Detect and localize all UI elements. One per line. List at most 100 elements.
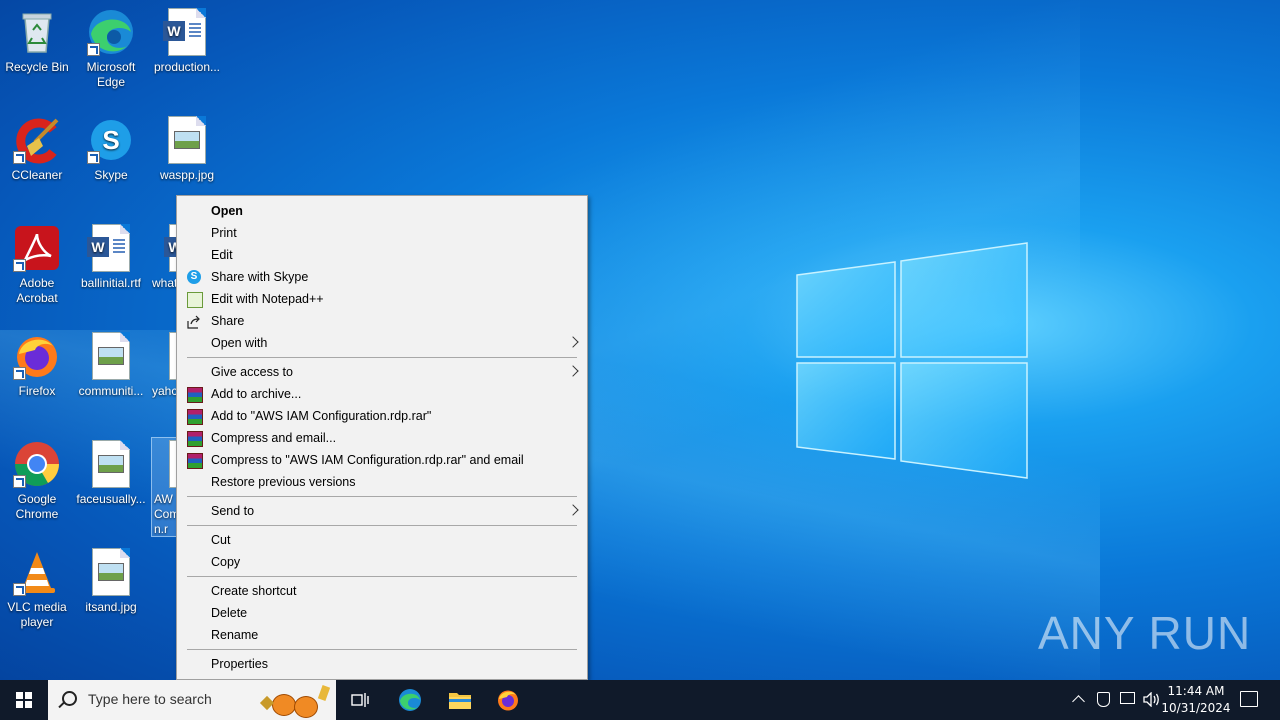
menu-item-open-with[interactable]: Open with xyxy=(177,332,587,354)
menu-item-label: Delete xyxy=(211,606,248,620)
notepadpp-icon xyxy=(187,292,203,308)
desktop-icon-waspp-jpg[interactable]: waspp.jpg xyxy=(150,116,224,183)
menu-item-label: Print xyxy=(211,226,237,240)
taskbar-file-explorer-button[interactable] xyxy=(435,680,483,720)
taskbar-search-box[interactable]: Type here to search xyxy=(48,680,336,720)
menu-item-properties[interactable]: Properties xyxy=(177,653,587,675)
menu-item-rename[interactable]: Rename xyxy=(177,624,587,646)
desktop-icon-ballinitial-rtf[interactable]: W ballinitial.rtf xyxy=(74,224,148,291)
winrar-icon xyxy=(187,453,203,469)
ccleaner-icon xyxy=(13,116,61,164)
menu-item-open[interactable]: Open xyxy=(177,200,587,222)
icon-label: itsand.jpg xyxy=(85,600,137,614)
icon-label: ballinitial.rtf xyxy=(80,276,142,290)
desktop-icon-vlc[interactable]: VLC media player xyxy=(0,548,74,630)
menu-separator xyxy=(187,525,577,526)
icon-label: Adobe Acrobat xyxy=(16,276,58,305)
menu-item-label: Create shortcut xyxy=(211,584,297,598)
show-hidden-icons-button[interactable] xyxy=(1070,680,1088,720)
tray-network-button[interactable] xyxy=(1118,680,1136,720)
winrar-icon xyxy=(187,387,203,403)
menu-item-label: Compress and email... xyxy=(211,431,337,445)
desktop-icon-skype[interactable]: S Skype xyxy=(74,116,148,183)
halloween-pumpkins-icon xyxy=(259,684,332,718)
task-view-icon xyxy=(351,693,369,707)
speaker-icon xyxy=(1143,692,1159,707)
desktop-icon-google-chrome[interactable]: Google Chrome xyxy=(0,440,74,522)
shortcut-arrow-icon xyxy=(13,367,26,380)
menu-item-label: Restore previous versions xyxy=(211,475,356,489)
menu-item-label: Edit xyxy=(211,248,233,262)
taskbar-firefox-button[interactable] xyxy=(484,680,532,720)
icon-label: VLC media player xyxy=(7,600,67,629)
desktop-icon-adobe-acrobat[interactable]: Adobe Acrobat xyxy=(0,224,74,306)
menu-item-add-to-archive[interactable]: Add to archive... xyxy=(177,383,587,405)
menu-item-label: Open with xyxy=(211,336,268,350)
menu-item-copy[interactable]: Copy xyxy=(177,551,587,573)
menu-item-label: Give access to xyxy=(211,365,293,379)
taskbar-edge-button[interactable] xyxy=(386,680,434,720)
chevron-right-icon xyxy=(567,365,579,377)
menu-item-share-with-skype[interactable]: S Share with Skype xyxy=(177,266,587,288)
menu-item-share[interactable]: Share xyxy=(177,310,587,332)
menu-item-delete[interactable]: Delete xyxy=(177,602,587,624)
context-menu: Open Print Edit S Share with Skype Edit … xyxy=(176,195,588,680)
edge-icon xyxy=(87,8,135,56)
tray-volume-button[interactable] xyxy=(1142,680,1160,720)
anyrun-watermark: ANY RUN xyxy=(1038,607,1252,659)
menu-separator xyxy=(187,649,577,650)
menu-separator xyxy=(187,576,577,577)
menu-item-label: Compress to "AWS IAM Configuration.rdp.r… xyxy=(211,453,524,467)
icon-label: Firefox xyxy=(18,384,56,398)
menu-item-label: Add to "AWS IAM Configuration.rdp.rar" xyxy=(211,409,432,423)
menu-item-label: Cut xyxy=(211,533,231,547)
chrome-icon xyxy=(13,440,61,488)
desktop-icon-microsoft-edge[interactable]: Microsoft Edge xyxy=(74,8,148,90)
menu-item-restore-previous-versions[interactable]: Restore previous versions xyxy=(177,471,587,493)
menu-item-give-access-to[interactable]: Give access to xyxy=(177,361,587,383)
share-icon xyxy=(187,314,201,329)
menu-item-print[interactable]: Print xyxy=(177,222,587,244)
desktop-icon-firefox[interactable]: Firefox xyxy=(0,332,74,399)
menu-item-label: Properties xyxy=(211,657,268,671)
desktop-icon-faceusually[interactable]: faceusually... xyxy=(74,440,148,507)
acrobat-icon xyxy=(13,224,61,272)
image-file-icon xyxy=(87,332,135,380)
icon-label: CCleaner xyxy=(11,168,63,182)
icon-label: production... xyxy=(153,60,221,74)
icon-label: faceusually... xyxy=(76,492,146,506)
desktop-icon-itsand-jpg[interactable]: itsand.jpg xyxy=(74,548,148,615)
taskbar: Type here to search 11:44 AM 10/31/2024 xyxy=(0,680,1280,720)
desktop-icon-ccleaner[interactable]: CCleaner xyxy=(0,116,74,183)
menu-item-label: Edit with Notepad++ xyxy=(211,292,324,306)
desktop-icon-communiti[interactable]: communiti... xyxy=(74,332,148,399)
menu-item-create-shortcut[interactable]: Create shortcut xyxy=(177,580,587,602)
search-icon xyxy=(62,691,77,706)
desktop-icon-recycle-bin[interactable]: Recycle Bin xyxy=(0,8,74,75)
taskbar-clock[interactable]: 11:44 AM 10/31/2024 xyxy=(1160,683,1232,717)
menu-item-cut[interactable]: Cut xyxy=(177,529,587,551)
skype-icon: S xyxy=(187,270,201,284)
tray-security-icon-button[interactable] xyxy=(1094,680,1112,720)
svg-text:S: S xyxy=(102,125,119,155)
menu-item-compress-and-email[interactable]: Compress and email... xyxy=(177,427,587,449)
edge-icon xyxy=(399,689,421,711)
notification-center-icon[interactable] xyxy=(1240,691,1258,707)
start-button[interactable] xyxy=(0,680,48,720)
menu-item-edit-with-notepadpp[interactable]: Edit with Notepad++ xyxy=(177,288,587,310)
menu-item-add-to-rar[interactable]: Add to "AWS IAM Configuration.rdp.rar" xyxy=(177,405,587,427)
task-view-button[interactable] xyxy=(336,680,384,720)
menu-item-send-to[interactable]: Send to xyxy=(177,500,587,522)
icon-label: Recycle Bin xyxy=(5,60,69,74)
image-file-icon xyxy=(163,116,211,164)
menu-item-edit[interactable]: Edit xyxy=(177,244,587,266)
word-document-icon: W xyxy=(163,8,211,56)
menu-item-compress-to-rar-and-email[interactable]: Compress to "AWS IAM Configuration.rdp.r… xyxy=(177,449,587,471)
desktop-icon-production-doc[interactable]: W production... xyxy=(150,8,224,75)
clock-date: 10/31/2024 xyxy=(1161,701,1231,715)
chevron-right-icon xyxy=(567,336,579,348)
firefox-icon xyxy=(498,690,518,711)
menu-item-label: Rename xyxy=(211,628,259,642)
image-file-icon xyxy=(87,548,135,596)
shortcut-arrow-icon xyxy=(87,151,100,164)
